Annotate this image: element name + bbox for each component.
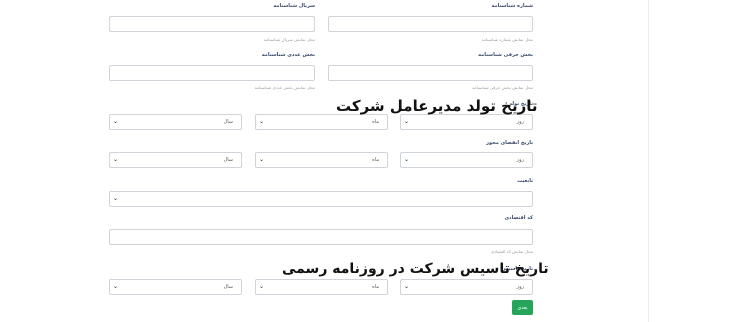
chevron-down-icon: ⌄ [404,283,410,290]
id-number-part-label: بخش عددی شناسنامه [261,52,315,58]
id-number-label: شماره شناسنامه [491,3,533,9]
ceo-birth-date-annotation: تاریخ تولد مدیرعامل شرکت [336,97,538,115]
establishment-annotation: تاریخ تاسیس شرکت در روزنامه رسمی [282,261,549,277]
id-letter-part-hint: محل نمایش بخش حرفی شناسنامه [472,85,533,90]
chevron-down-icon: ⌄ [404,118,410,125]
id-serial-input[interactable] [109,16,315,32]
birth-month-value: ماه [372,119,379,125]
economic-code-input[interactable] [109,229,533,245]
id-letter-part-label: بخش حرفی شناسنامه [478,52,533,58]
id-number-input[interactable] [328,16,533,32]
license-expiry-year-select[interactable]: سال ⌄ [109,152,242,168]
establishment-month-value: ماه [372,284,379,290]
id-letter-part-input[interactable] [328,65,533,81]
id-number-part-input[interactable] [109,65,315,81]
nationality-select[interactable]: ⌄ [109,191,533,207]
birth-year-value: سال [223,119,233,125]
chevron-down-icon: ⌄ [113,283,119,290]
license-expiry-month-select[interactable]: ماه ⌄ [255,152,388,168]
id-serial-hint: محل نمایش سریال شناسنامه [263,37,315,42]
chevron-down-icon: ⌄ [113,118,119,125]
chevron-down-icon: ⌄ [259,156,265,163]
license-expiry-day-value: روز [516,157,524,163]
economic-code-hint: محل نمایش کد اقتصادی [490,249,533,254]
license-expiry-year-value: سال [223,157,233,163]
establishment-year-select[interactable]: سال ⌄ [109,279,242,295]
birth-day-value: روز [516,119,524,125]
id-number-part-hint: محل نمایش بخش عددی شناسنامه [254,85,315,90]
license-expiry-month-value: ماه [372,157,379,163]
chevron-down-icon: ⌄ [113,156,119,163]
license-expiry-day-select[interactable]: روز ⌄ [400,152,533,168]
economic-code-label: کد اقتصادی [504,215,533,221]
establishment-month-select[interactable]: ماه ⌄ [255,279,388,295]
birth-day-select[interactable]: روز ⌄ [400,114,533,130]
chevron-down-icon: ⌄ [404,156,410,163]
chevron-down-icon: ⌄ [113,195,119,202]
nationality-label: تابعیت [517,178,533,184]
page-divider [648,0,649,322]
establishment-year-value: سال [223,284,233,290]
id-serial-label: سریال شناسنامه [273,3,315,9]
license-expiry-label: تاریخ انقضای مجوز [486,140,533,146]
birth-year-select[interactable]: سال ⌄ [109,114,242,130]
id-number-hint: محل نمایش شماره شناسنامه [481,37,533,42]
birth-month-select[interactable]: ماه ⌄ [255,114,388,130]
establishment-day-value: روز [516,284,524,290]
chevron-down-icon: ⌄ [259,283,265,290]
establishment-day-select[interactable]: روز ⌄ [400,279,533,295]
next-button[interactable]: بعدی [512,300,533,315]
chevron-down-icon: ⌄ [259,118,265,125]
